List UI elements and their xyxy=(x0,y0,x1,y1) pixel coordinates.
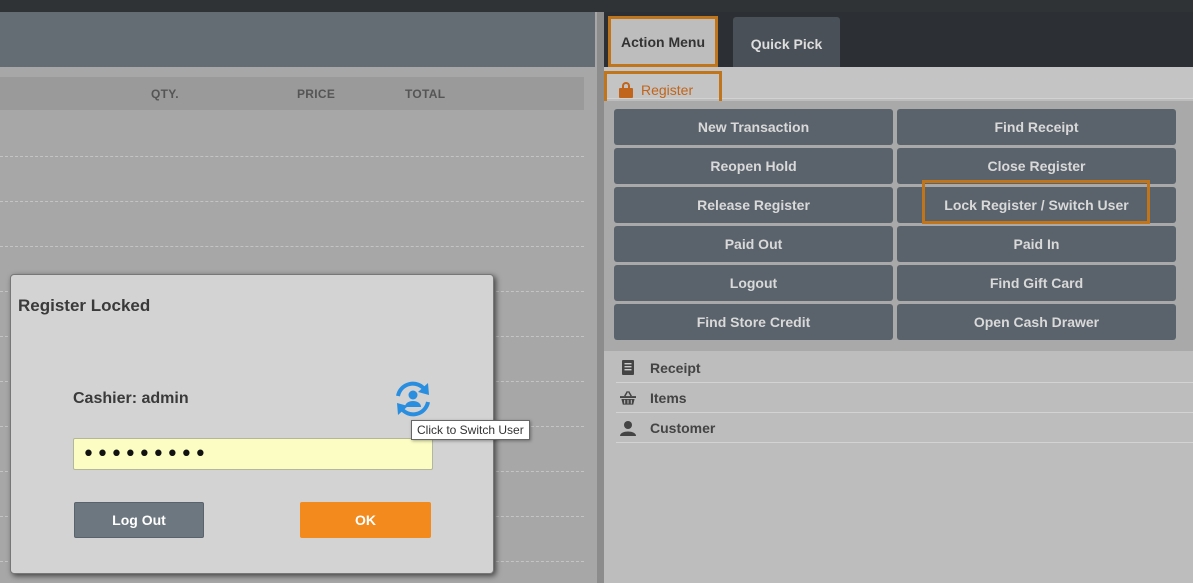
switch-user-tooltip: Click to Switch User xyxy=(411,420,530,440)
paid-out-button[interactable]: Paid Out xyxy=(614,226,893,262)
column-total: TOTAL xyxy=(405,87,446,101)
lock-icon xyxy=(619,82,633,98)
section-link-label: Receipt xyxy=(650,359,701,376)
password-field[interactable] xyxy=(73,438,433,470)
row-divider xyxy=(0,201,584,202)
column-qty: QTY. xyxy=(151,87,179,101)
column-price: PRICE xyxy=(297,87,336,101)
transaction-header xyxy=(0,12,595,67)
lock-register-highlight xyxy=(922,180,1150,224)
log-out-button[interactable]: Log Out xyxy=(74,502,204,538)
paid-in-button[interactable]: Paid In xyxy=(897,226,1176,262)
section-link-label: Items xyxy=(650,389,687,406)
top-bar xyxy=(0,0,1193,12)
switch-user-icon[interactable] xyxy=(392,379,434,419)
section-link-items[interactable]: Items xyxy=(616,383,1193,413)
section-link-receipt[interactable]: Receipt xyxy=(616,353,1193,383)
basket-icon xyxy=(620,390,636,406)
tab-bar: Action Menu Quick Pick xyxy=(604,12,1193,67)
register-actions-grid: New Transaction Find Receipt Reopen Hold… xyxy=(604,101,1193,351)
close-register-button[interactable]: Close Register xyxy=(897,148,1176,184)
pane-divider[interactable] xyxy=(597,12,604,583)
find-store-credit-button[interactable]: Find Store Credit xyxy=(614,304,893,340)
logout-button[interactable]: Logout xyxy=(614,265,893,301)
reopen-hold-button[interactable]: Reopen Hold xyxy=(614,148,893,184)
row-divider xyxy=(0,156,584,157)
line-items-header: QTY. PRICE TOTAL xyxy=(0,77,584,110)
cashier-label: Cashier: admin xyxy=(73,390,189,407)
section-link-label: Customer xyxy=(650,419,716,436)
find-gift-card-button[interactable]: Find Gift Card xyxy=(897,265,1176,301)
tab-action-menu[interactable]: Action Menu xyxy=(608,16,718,67)
ok-button[interactable]: OK xyxy=(300,502,431,538)
find-receipt-button[interactable]: Find Receipt xyxy=(897,109,1176,145)
row-divider xyxy=(0,246,584,247)
register-section-bar: Register xyxy=(604,67,1193,109)
dialog-title: Register Locked xyxy=(18,296,151,315)
action-pane: Action Menu Quick Pick Register New Tran… xyxy=(604,12,1193,583)
tab-quick-pick[interactable]: Quick Pick xyxy=(733,17,840,67)
section-link-customer[interactable]: Customer xyxy=(616,413,1193,443)
new-transaction-button[interactable]: New Transaction xyxy=(614,109,893,145)
user-icon xyxy=(620,420,636,436)
open-cash-drawer-button[interactable]: Open Cash Drawer xyxy=(897,304,1176,340)
register-label: Register xyxy=(641,82,694,98)
receipt-icon xyxy=(620,360,636,376)
release-register-button[interactable]: Release Register xyxy=(614,187,893,223)
